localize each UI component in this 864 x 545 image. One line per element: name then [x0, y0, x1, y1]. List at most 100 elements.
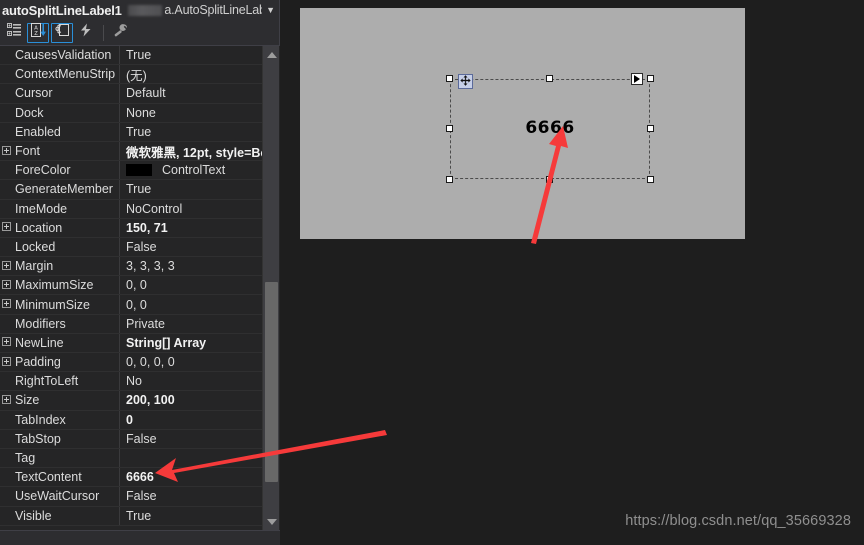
selected-object-name: autoSplitLineLabel1: [2, 2, 122, 18]
property-value[interactable]: 6666: [120, 470, 263, 484]
property-row[interactable]: Font 微软雅黑, 12pt, style=Bo: [0, 141, 263, 162]
events-button[interactable]: [75, 23, 97, 43]
property-row[interactable]: Size 200, 100: [0, 391, 263, 411]
property-value[interactable]: 3, 3, 3, 3: [120, 259, 263, 273]
property-row[interactable]: NewLine String[] Array: [0, 333, 263, 353]
property-row[interactable]: ForeColor ControlText: [0, 161, 263, 181]
property-value[interactable]: True: [120, 182, 263, 196]
properties-panel: autoSplitLineLabel1 a.AutoSplitLineLab ▼: [0, 0, 280, 545]
expand-plus-icon[interactable]: [0, 337, 13, 348]
chevron-down-icon[interactable]: ▼: [262, 5, 275, 15]
property-row[interactable]: ImeMode NoControl: [0, 199, 263, 219]
resize-handle-bottom-center[interactable]: [546, 176, 553, 183]
property-row[interactable]: ContextMenuStrip (无): [0, 65, 263, 85]
property-row[interactable]: Dock None: [0, 103, 263, 123]
resize-handle-middle-right[interactable]: [647, 125, 654, 132]
property-value[interactable]: True: [120, 125, 263, 139]
resize-handle-bottom-right[interactable]: [647, 176, 654, 183]
property-value[interactable]: True: [120, 509, 263, 523]
property-name: MinimumSize: [15, 297, 91, 312]
property-row[interactable]: Visible True: [0, 506, 263, 526]
property-row[interactable]: Margin 3, 3, 3, 3: [0, 257, 263, 277]
expand-plus-icon[interactable]: [0, 299, 13, 310]
property-value[interactable]: None: [120, 106, 263, 120]
property-pages-button[interactable]: [109, 23, 131, 43]
property-row[interactable]: TabIndex 0: [0, 410, 263, 430]
property-value[interactable]: 0: [120, 413, 263, 427]
property-value[interactable]: 微软雅黑, 12pt, style=Bo: [120, 142, 263, 161]
property-value[interactable]: ControlText: [120, 163, 263, 177]
properties-button[interactable]: [51, 22, 73, 43]
categorized-icon: [6, 23, 22, 42]
property-name: GenerateMember: [15, 182, 113, 197]
column-divider: [119, 448, 120, 468]
property-name: CausesValidation: [15, 48, 112, 63]
property-value[interactable]: 200, 100: [120, 393, 263, 407]
property-value[interactable]: String[] Array: [120, 336, 263, 350]
scrollbar-thumb[interactable]: [265, 282, 278, 482]
color-swatch: [126, 164, 152, 177]
property-name: Locked: [15, 239, 56, 254]
expand-plus-icon[interactable]: [0, 279, 13, 291]
categorized-button[interactable]: [3, 23, 25, 43]
property-name: MaximumSize: [15, 278, 94, 293]
property-value[interactable]: 0, 0: [120, 298, 263, 312]
scroll-up-arrow-icon[interactable]: [263, 46, 280, 63]
move-handle[interactable]: [458, 74, 473, 89]
resize-handle-top-right[interactable]: [647, 75, 654, 82]
resize-handle-top-center[interactable]: [546, 75, 553, 82]
expand-plus-icon[interactable]: [0, 356, 13, 368]
expand-plus-icon[interactable]: [0, 260, 13, 272]
property-value[interactable]: No: [120, 374, 263, 388]
properties-header[interactable]: autoSplitLineLabel1 a.AutoSplitLineLab ▼: [0, 0, 279, 20]
property-row[interactable]: MaximumSize 0, 0: [0, 276, 263, 296]
form-designer-surface[interactable]: 6666: [300, 8, 745, 239]
property-value[interactable]: False: [120, 489, 263, 503]
property-name: NewLine: [15, 335, 64, 350]
property-row[interactable]: Modifiers Private: [0, 314, 263, 334]
resize-handle-middle-left[interactable]: [446, 125, 453, 132]
property-value[interactable]: Default: [120, 86, 263, 100]
alphabetical-button[interactable]: A Z: [27, 22, 49, 43]
property-row[interactable]: Locked False: [0, 237, 263, 258]
properties-description-pane: [0, 530, 280, 545]
property-value[interactable]: True: [120, 48, 263, 62]
resize-handle-top-left[interactable]: [446, 75, 453, 82]
property-row[interactable]: Tag: [0, 448, 263, 469]
property-value[interactable]: False: [120, 432, 263, 446]
property-row[interactable]: CausesValidation True: [0, 46, 263, 66]
property-name: RightToLeft: [15, 374, 79, 389]
property-row[interactable]: Location 150, 71: [0, 218, 263, 238]
property-grid-scrollbar[interactable]: [262, 46, 279, 530]
property-row[interactable]: TextContent 6666: [0, 468, 263, 488]
property-row[interactable]: Padding 0, 0, 0, 0: [0, 353, 263, 373]
property-value[interactable]: (无): [120, 65, 263, 84]
toolbar-separator: [103, 24, 104, 41]
property-value[interactable]: 0, 0, 0, 0: [120, 355, 263, 369]
selected-control[interactable]: 6666: [446, 73, 654, 183]
resize-handle-bottom-left[interactable]: [446, 176, 453, 183]
property-name: Visible: [15, 508, 52, 523]
property-row[interactable]: RightToLeft No: [0, 372, 263, 392]
property-row[interactable]: GenerateMember True: [0, 180, 263, 200]
property-value[interactable]: NoControl: [120, 202, 263, 216]
smart-tag-handle[interactable]: [631, 73, 643, 85]
scroll-down-arrow-icon[interactable]: [263, 513, 280, 530]
wrench-icon: [113, 23, 128, 42]
property-name: TextContent: [15, 470, 82, 485]
property-rows: CausesValidation True ContextMenuStrip (无) C…: [0, 46, 263, 526]
property-value[interactable]: False: [120, 240, 263, 254]
expand-plus-icon[interactable]: [0, 222, 13, 233]
expand-plus-icon[interactable]: [0, 394, 13, 406]
app-window: autoSplitLineLabel1 a.AutoSplitLineLab ▼: [0, 0, 864, 545]
property-value[interactable]: 0, 0: [120, 278, 263, 292]
property-row[interactable]: MinimumSize 0, 0: [0, 295, 263, 315]
property-value[interactable]: Private: [120, 317, 263, 331]
property-row[interactable]: TabStop False: [0, 429, 263, 449]
expand-plus-icon[interactable]: [0, 145, 13, 157]
move-four-arrows-icon: [460, 73, 471, 91]
property-row[interactable]: Enabled True: [0, 122, 263, 142]
property-row[interactable]: UseWaitCursor False: [0, 487, 263, 507]
property-row[interactable]: Cursor Default: [0, 84, 263, 104]
property-value[interactable]: 150, 71: [120, 221, 263, 235]
